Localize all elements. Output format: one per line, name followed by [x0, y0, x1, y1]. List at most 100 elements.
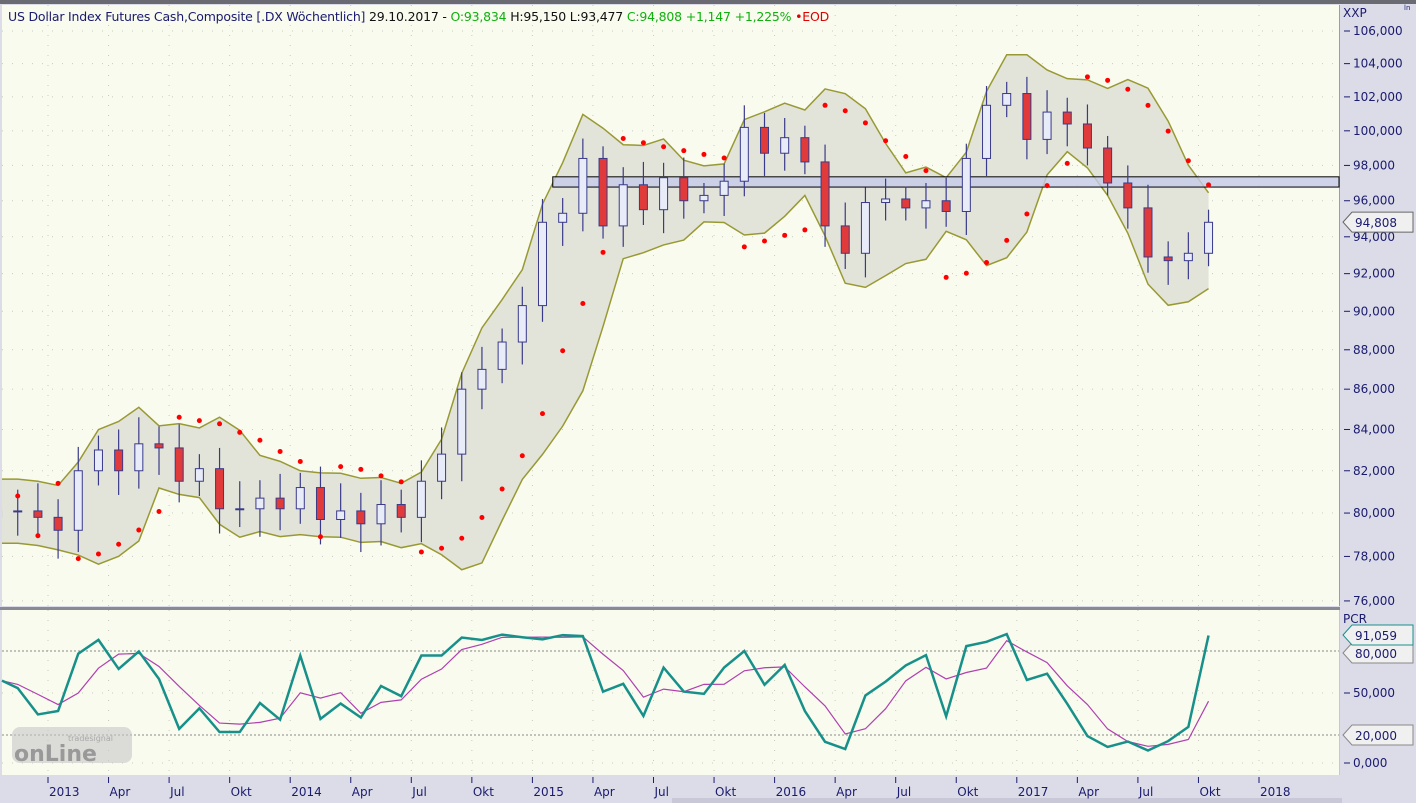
sar-dot [55, 480, 61, 486]
candle [982, 104, 992, 159]
sar-dot [196, 418, 202, 424]
candle [739, 126, 749, 182]
sar-dot [499, 486, 505, 492]
time-tick-label: 2014 [291, 785, 322, 799]
candle [174, 447, 184, 482]
sar-dot [297, 459, 303, 465]
level-20-marker: 20,000 [1342, 724, 1414, 746]
sar-dot [923, 168, 929, 174]
bar-date: 29.10.2017 [369, 9, 439, 24]
price-tick-label: 92,000 [1353, 267, 1395, 281]
candle [921, 200, 931, 209]
price-chart[interactable]: tradesignalonLineXXP ln106,000104,000102,… [0, 0, 1416, 803]
sar-dot [398, 479, 404, 485]
sar-dot [943, 274, 949, 280]
sar-dot [862, 120, 868, 126]
sar-dot [560, 348, 566, 354]
sar-dot [782, 232, 788, 238]
candle [961, 157, 971, 212]
candle [1042, 111, 1052, 140]
osc-tick-label: 50,000 [1353, 686, 1395, 700]
price-tick-label: 90,000 [1353, 304, 1395, 318]
candle [235, 508, 245, 511]
sar-dot [741, 244, 747, 250]
candle [840, 225, 850, 254]
candle [638, 184, 648, 211]
sar-dot [1044, 183, 1050, 189]
sar-dot [378, 473, 384, 479]
sar-dot [721, 155, 727, 161]
sar-dot [519, 453, 525, 459]
candle [1183, 252, 1193, 262]
candle [73, 470, 83, 531]
chart-header: US Dollar Index Futures Cash,Composite [… [8, 9, 829, 24]
sar-dot [156, 509, 162, 515]
instrument-name: US Dollar Index Futures Cash,Composite [… [8, 9, 366, 24]
high-value: H:95,150 [510, 9, 566, 24]
time-tick-label: Jul [169, 785, 184, 799]
sar-dot [75, 556, 81, 562]
level-80-marker-text: 80,000 [1355, 647, 1397, 661]
open-value: O:93,834 [450, 9, 507, 24]
sar-dot [35, 533, 41, 539]
eod-label: EOD [802, 9, 830, 24]
price-axis-label: XXP [1343, 6, 1367, 20]
candle [154, 443, 164, 449]
candle [134, 443, 144, 472]
sar-dot [1206, 182, 1212, 188]
sar-dot [640, 140, 646, 146]
scrollbar [672, 798, 1342, 803]
close-value: C:94,808 [626, 9, 682, 24]
sar-dot [701, 151, 707, 157]
candle [800, 137, 810, 163]
time-tick-label: Apr [110, 785, 131, 799]
low-value: L:93,477 [569, 9, 624, 24]
sar-dot [1185, 158, 1191, 164]
sar-dot [1165, 128, 1171, 134]
sar-dot [762, 238, 768, 244]
sar-dot [620, 136, 626, 142]
candle [1103, 147, 1113, 184]
sar-dot [1004, 237, 1010, 243]
candle [1002, 93, 1012, 106]
candle [13, 510, 23, 513]
watermark-big: onLine [14, 742, 97, 767]
candle [1082, 123, 1092, 149]
candle [780, 137, 790, 154]
level-80-marker: 80,000 [1342, 642, 1414, 664]
candle [295, 487, 305, 510]
time-tick-label: Jul [1138, 785, 1153, 799]
candle [255, 497, 265, 510]
price-tick-label: 100,000 [1353, 124, 1403, 138]
sar-dot [95, 551, 101, 557]
price-tick-label: 86,000 [1353, 382, 1395, 396]
candle [33, 510, 43, 518]
sar-dot [176, 414, 182, 420]
price-tick-label: 102,000 [1353, 90, 1403, 104]
sar-dot [277, 449, 283, 455]
price-tick-label: 96,000 [1353, 194, 1395, 208]
time-axis: 2013 Apr Jul Okt 2014 Apr Jul Okt 2015 Apr Jul Okt 2… [47, 777, 1291, 799]
sar-dot [418, 549, 424, 555]
sar-dot [600, 249, 606, 255]
change-percent: +1,225% [734, 9, 792, 24]
sar-dot [842, 108, 848, 114]
price-tick-label: 98,000 [1353, 158, 1395, 172]
candle [558, 212, 568, 223]
pane-separator [0, 607, 1340, 610]
sar-dot [439, 545, 445, 551]
candle [396, 504, 406, 518]
candle [477, 368, 487, 390]
sar-dot [1105, 77, 1111, 83]
time-tick-label: Apr [836, 785, 857, 799]
sar-dot [459, 535, 465, 541]
candle [457, 388, 467, 455]
candle [215, 468, 225, 510]
time-tick-label: Okt [715, 785, 736, 799]
sar-dot [903, 154, 909, 160]
sar-dot [1145, 102, 1151, 108]
time-tick-label: Okt [957, 785, 978, 799]
candle [699, 194, 709, 202]
candle [497, 341, 507, 370]
price-tick-label: 76,000 [1353, 594, 1395, 608]
